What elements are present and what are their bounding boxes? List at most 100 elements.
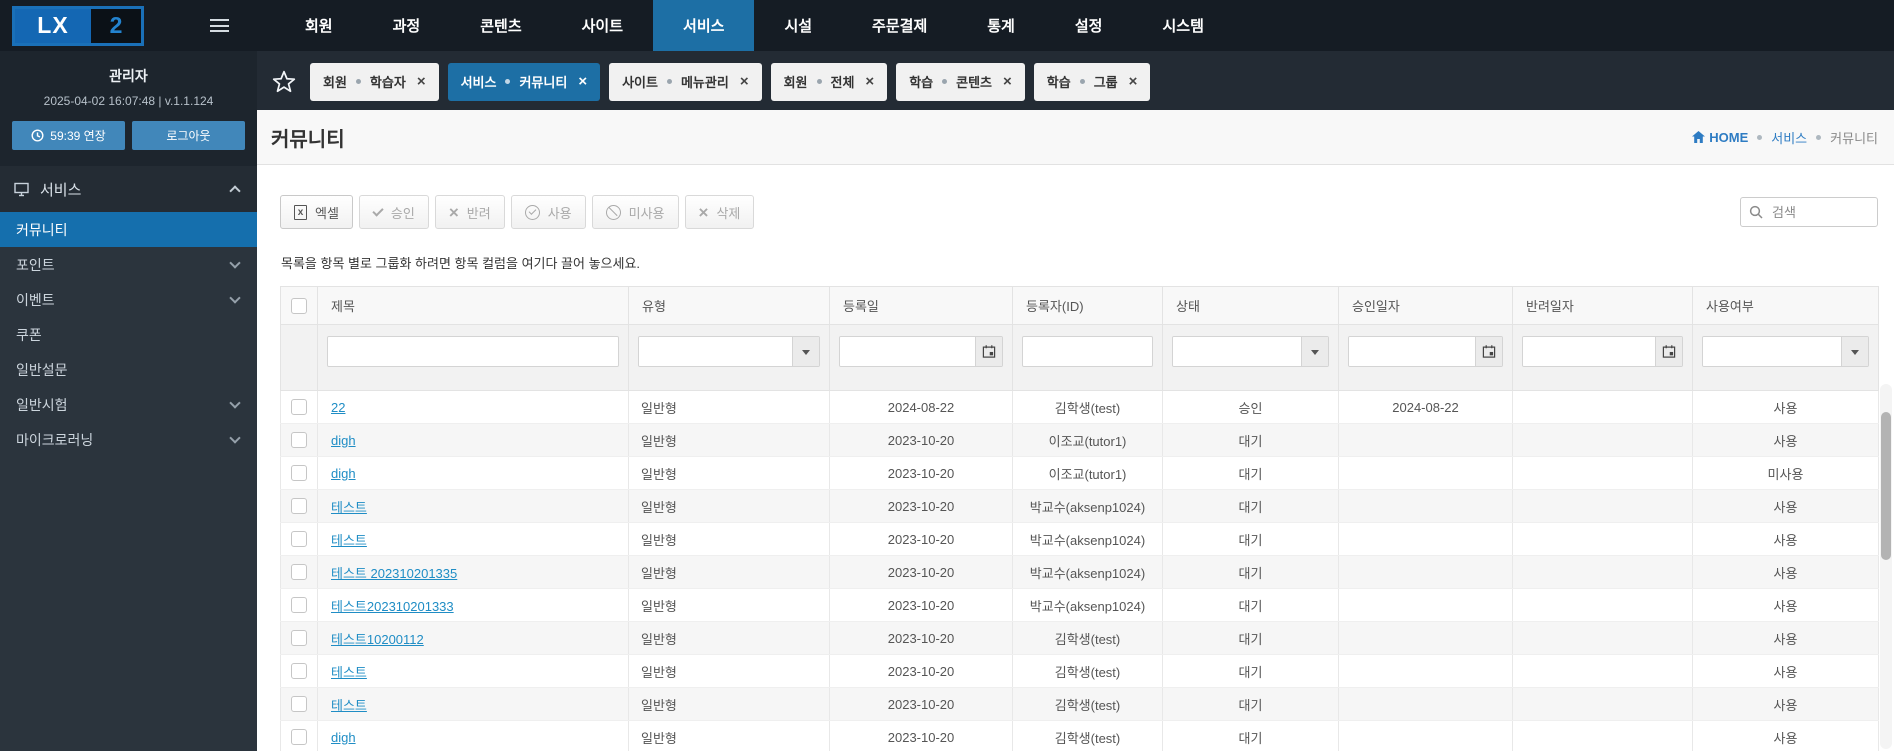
tab-group-label: 사이트 (622, 75, 658, 90)
column-header[interactable]: 제목 (317, 286, 629, 325)
filter-dropdown-button[interactable] (792, 337, 819, 366)
row-checkbox[interactable] (291, 696, 307, 713)
row-title-link[interactable]: 테스트 (331, 533, 367, 548)
row-checkbox[interactable] (291, 531, 307, 548)
select-all-checkbox[interactable] (291, 297, 307, 314)
row-title-link[interactable]: 테스트 (331, 500, 367, 515)
sidebar-section-services[interactable]: 서비스 (0, 166, 257, 212)
topnav-item[interactable]: 설정 (1045, 0, 1133, 51)
action-button[interactable]: 삭제 (684, 195, 755, 229)
filter-calendar-button[interactable] (975, 337, 1002, 366)
favorite-star-icon[interactable] (271, 69, 297, 95)
hamburger-menu-icon[interactable] (210, 19, 229, 32)
row-checkbox[interactable] (291, 432, 307, 449)
tab-close-icon[interactable]: × (865, 74, 874, 89)
filter-calendar-button[interactable] (1475, 337, 1502, 366)
row-checkbox[interactable] (291, 729, 307, 746)
sidebar-menu-item[interactable]: 커뮤니티 (0, 212, 257, 247)
filter-input[interactable] (1023, 337, 1152, 366)
cell-value: 박교수(aksenp1024) (1012, 588, 1163, 622)
column-header[interactable]: 사용여부 (1692, 286, 1879, 325)
row-title-link[interactable]: digh (331, 730, 356, 745)
sidebar-menu-item[interactable]: 이벤트 (0, 282, 257, 317)
row-title-link[interactable]: 테스트10200112 (331, 632, 424, 647)
breadcrumb-item[interactable]: 서비스 (1771, 128, 1807, 147)
tab-close-icon[interactable]: × (1129, 74, 1138, 89)
row-title-link[interactable]: 22 (331, 400, 345, 415)
sidebar-menu-item-label: 쿠폰 (16, 326, 42, 343)
topnav-item[interactable]: 콘텐츠 (450, 0, 551, 51)
filter-input[interactable] (1523, 337, 1655, 366)
filter-input[interactable] (1703, 337, 1841, 366)
row-title-link[interactable]: 테스트202310201333 (331, 599, 454, 614)
topnav-item[interactable]: 과정 (363, 0, 451, 51)
topnav-item[interactable]: 주문결제 (842, 0, 957, 51)
action-button[interactable]: 미사용 (591, 195, 679, 229)
filter-input[interactable] (328, 337, 618, 366)
open-tab[interactable]: 회원 전체 × (770, 62, 888, 101)
open-tab[interactable]: 학습 그룹 × (1033, 62, 1151, 101)
column-header[interactable]: 반려일자 (1512, 286, 1693, 325)
column-header[interactable]: 상태 (1162, 286, 1339, 325)
logout-button[interactable]: 로그아웃 (132, 121, 245, 150)
row-checkbox[interactable] (291, 465, 307, 482)
sidebar-menu-item[interactable]: 일반설문 (0, 352, 257, 387)
top-navigation: 회원 과정 콘텐츠 사이트 서비스 시설 주문결제 통계 설정 시스템 (275, 0, 1234, 51)
topnav-item[interactable]: 통계 (957, 0, 1045, 51)
action-button[interactable]: 승인 (358, 195, 429, 229)
topnav-item[interactable]: 시설 (754, 0, 842, 51)
topnav-item[interactable]: 회원 (275, 0, 363, 51)
scrollbar-thumb[interactable] (1881, 412, 1891, 560)
breadcrumb-item: 커뮤니티 (1830, 130, 1878, 146)
topnav-item[interactable]: 서비스 (653, 0, 755, 51)
row-title-link[interactable]: digh (331, 433, 356, 448)
filter-input[interactable] (1349, 337, 1475, 366)
filter-dropdown-button[interactable] (1301, 337, 1328, 366)
open-tab[interactable]: 회원 학습자 × (310, 62, 439, 101)
filter-select (638, 336, 820, 367)
grid-vertical-scrollbar[interactable] (1880, 384, 1892, 749)
tab-separator-dot (816, 79, 822, 84)
column-header[interactable]: 유형 (628, 286, 830, 325)
open-tab[interactable]: 서비스 커뮤니티 × (447, 62, 601, 101)
topnav-item[interactable]: 사이트 (552, 0, 653, 51)
filter-input[interactable] (840, 337, 975, 366)
excel-button[interactable]: 엑셀 (280, 195, 353, 229)
row-checkbox[interactable] (291, 564, 307, 581)
cell-title: 테스트 (317, 522, 629, 556)
row-title-link[interactable]: 테스트 (331, 698, 367, 713)
action-button[interactable]: 반려 (434, 195, 505, 229)
action-button[interactable]: 사용 (510, 195, 586, 229)
column-header[interactable]: 승인일자 (1338, 286, 1513, 325)
app-logo[interactable]: LX 2 (12, 5, 144, 46)
filter-calendar-button[interactable] (1655, 337, 1682, 366)
filter-input[interactable] (639, 337, 792, 366)
breadcrumb-home-link[interactable]: HOME (1692, 130, 1748, 145)
sidebar-menu-item[interactable]: 일반시험 (0, 387, 257, 422)
row-checkbox[interactable] (291, 663, 307, 680)
column-header[interactable]: 등록일 (829, 286, 1013, 325)
topnav-item[interactable]: 시스템 (1132, 0, 1233, 51)
row-checkbox[interactable] (291, 630, 307, 647)
sidebar-menu-item[interactable]: 포인트 (0, 247, 257, 282)
row-title-link[interactable]: digh (331, 466, 356, 481)
filter-dropdown-button[interactable] (1841, 337, 1868, 366)
tab-close-icon[interactable]: × (578, 74, 587, 89)
row-title-link[interactable]: 테스트 (331, 665, 367, 680)
row-checkbox[interactable] (291, 597, 307, 614)
session-extend-button[interactable]: 59:39 연장 (12, 121, 125, 150)
filter-input[interactable] (1173, 337, 1301, 366)
cell-value: 대기 (1162, 423, 1339, 457)
tab-close-icon[interactable]: × (417, 74, 426, 89)
cell-value: 사용 (1692, 522, 1879, 556)
column-header[interactable]: 등록자(ID) (1012, 286, 1163, 325)
row-title-link[interactable]: 테스트 202310201335 (331, 566, 457, 581)
row-checkbox[interactable] (291, 498, 307, 515)
sidebar-menu-item[interactable]: 마이크로러닝 (0, 422, 257, 457)
open-tab[interactable]: 사이트 메뉴관리 × (609, 62, 762, 101)
open-tab[interactable]: 학습 콘텐츠 × (896, 62, 1025, 101)
sidebar-menu-item[interactable]: 쿠폰 (0, 317, 257, 352)
row-checkbox[interactable] (291, 399, 307, 416)
tab-close-icon[interactable]: × (740, 74, 749, 89)
tab-close-icon[interactable]: × (1003, 74, 1012, 89)
